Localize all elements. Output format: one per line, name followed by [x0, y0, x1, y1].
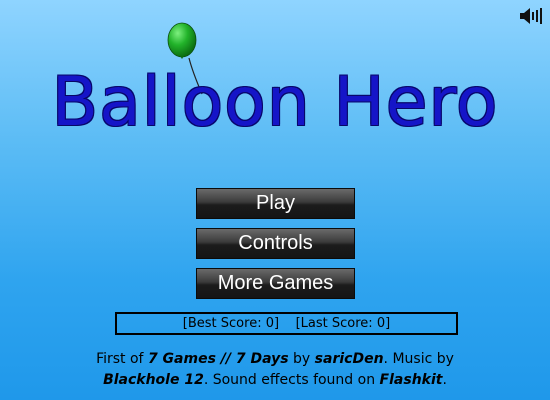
credits-series: 7 Games // 7 Days	[147, 351, 289, 367]
score-panel: [Best Score: 0] [Last Score: 0]	[115, 312, 458, 335]
credits-author: saricDen	[314, 351, 384, 367]
credits-musician: Blackhole 12	[103, 372, 204, 388]
credits-text: First of 7 Games // 7 Days by saricDen. …	[0, 349, 550, 391]
best-score-value: 0	[265, 316, 274, 331]
controls-button[interactable]: Controls	[196, 228, 355, 259]
credits-sfx-text: . Sound effects found on	[203, 372, 380, 388]
game-title: Balloon Hero	[51, 63, 499, 142]
sound-toggle-button[interactable]	[518, 6, 544, 26]
credits-end: .	[442, 372, 447, 388]
last-score-label: [Last Score:	[295, 316, 377, 331]
credits-music-by: . Music by	[383, 351, 454, 367]
last-score-close: ]	[385, 316, 391, 331]
best-score-label: [Best Score:	[182, 316, 266, 331]
credits-prefix: First of	[96, 351, 148, 367]
speaker-icon	[520, 8, 542, 24]
last-score-value: 0	[376, 316, 386, 331]
game-screen: Balloon Hero Play Controls More Games [B…	[0, 0, 550, 400]
more-games-button[interactable]: More Games	[196, 268, 355, 299]
credits-sfx-source: Flashkit	[379, 372, 443, 388]
best-score-close: ]	[274, 316, 280, 331]
credits-by: by	[288, 351, 315, 367]
play-button[interactable]: Play	[196, 188, 355, 219]
